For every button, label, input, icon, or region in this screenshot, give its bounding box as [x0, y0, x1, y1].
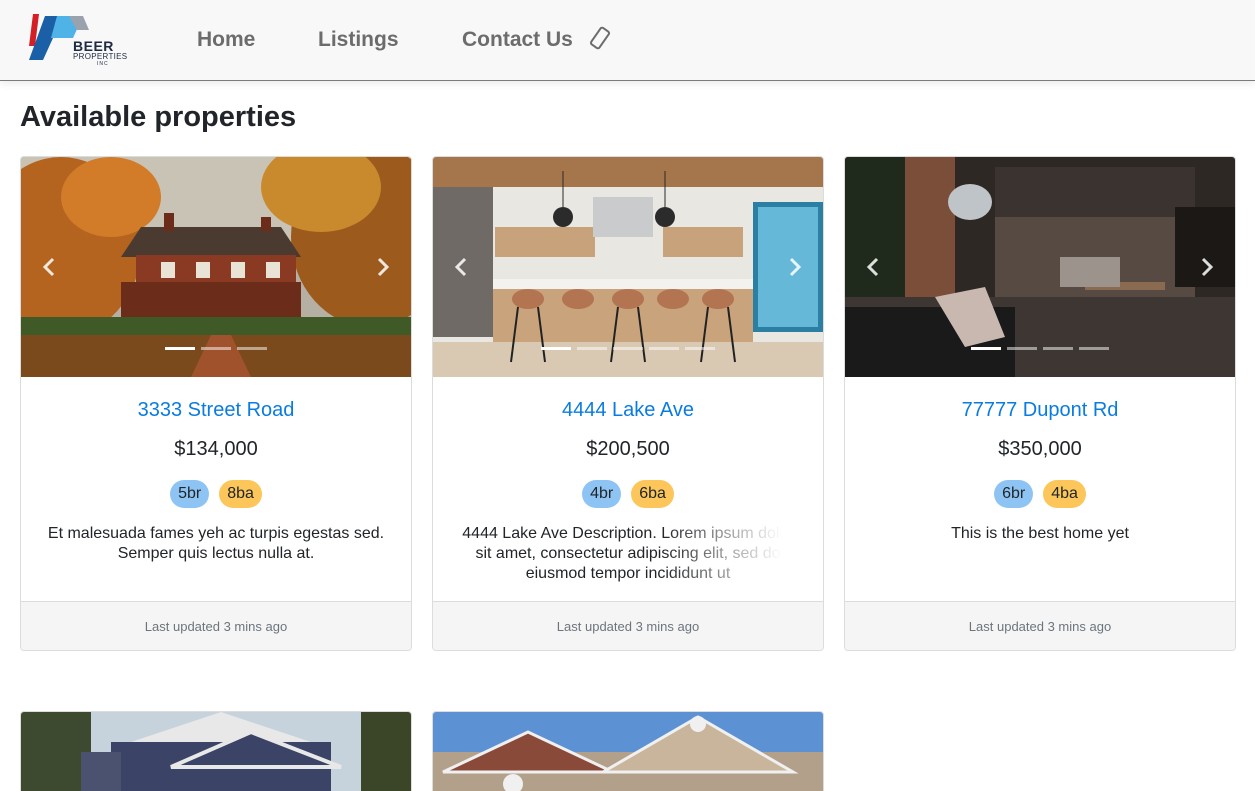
- carousel-indicator[interactable]: [971, 347, 1001, 350]
- listing-badges: 5br 8ba: [21, 480, 411, 508]
- carousel-indicator[interactable]: [1079, 347, 1109, 350]
- listing-footer: Last updated 3 mins ago: [845, 601, 1235, 650]
- carousel-indicator[interactable]: [649, 347, 679, 350]
- bedrooms-badge: 6br: [994, 480, 1034, 508]
- carousel-indicator[interactable]: [1007, 347, 1037, 350]
- carousel-prev-icon[interactable]: [865, 255, 881, 279]
- carousel-next-icon[interactable]: [375, 255, 391, 279]
- logo-brand-sub: PROPERTIES: [73, 52, 128, 61]
- listing-photo-carousel[interactable]: [845, 157, 1235, 377]
- listing-description: Et malesuada fames yeh ac turpis egestas…: [47, 525, 385, 562]
- carousel-indicator[interactable]: [613, 347, 643, 350]
- nav-home-link[interactable]: Home: [197, 28, 255, 52]
- listing-address-link[interactable]: 3333 Street Road: [21, 399, 411, 422]
- phone-icon[interactable]: [588, 26, 612, 52]
- listing-price: $200,500: [586, 438, 670, 460]
- house-photo[interactable]: [21, 712, 412, 791]
- carousel-indicator[interactable]: [685, 347, 715, 350]
- carousel-indicators: [21, 347, 411, 351]
- carousel-indicator[interactable]: [201, 347, 231, 350]
- carousel-indicator[interactable]: [577, 347, 607, 350]
- listing-price: $134,000: [174, 438, 258, 460]
- listing-footer: Last updated 3 mins ago: [433, 601, 823, 650]
- listing-address-link[interactable]: 77777 Dupont Rd: [845, 399, 1235, 422]
- listing-card: [432, 711, 824, 791]
- listing-address-link[interactable]: 4444 Lake Ave: [433, 399, 823, 422]
- listing-card: 3333 Street Road $134,000 5br 8ba Et mal…: [20, 156, 412, 651]
- bathrooms-badge: 4ba: [1043, 480, 1086, 508]
- loft-photo: [845, 157, 1235, 377]
- brand-logo[interactable]: BEER PROPERTIES INC: [27, 12, 127, 70]
- listing-badges: 4br 6ba: [433, 480, 823, 508]
- page-title: Available properties: [20, 101, 297, 133]
- navbar: BEER PROPERTIES INC Home Listings Contac…: [0, 0, 1255, 81]
- listing-photo-carousel[interactable]: [433, 157, 823, 377]
- listing-card: 4444 Lake Ave $200,500 4br 6ba 4444 Lake…: [432, 156, 824, 651]
- carousel-indicators: [433, 347, 823, 351]
- carousel-indicator[interactable]: [165, 347, 195, 350]
- listing-description: 4444 Lake Ave Description. Lorem ipsum d…: [462, 525, 794, 582]
- listing-price: $350,000: [998, 438, 1082, 460]
- listing-photo-carousel[interactable]: [21, 157, 411, 377]
- listing-footer: Last updated 3 mins ago: [21, 601, 411, 650]
- carousel-indicator[interactable]: [237, 347, 267, 350]
- logo-brand-suffix: INC: [97, 61, 109, 67]
- listing-card: 77777 Dupont Rd $350,000 6br 4ba This is…: [844, 156, 1236, 651]
- house-photo[interactable]: [433, 712, 824, 791]
- listing-description: This is the best home yet: [951, 525, 1129, 542]
- listing-card: [20, 711, 412, 791]
- bathrooms-badge: 6ba: [631, 480, 674, 508]
- nav-listings-link[interactable]: Listings: [318, 28, 399, 52]
- carousel-prev-icon[interactable]: [41, 255, 57, 279]
- listing-badges: 6br 4ba: [845, 480, 1235, 508]
- carousel-indicator[interactable]: [541, 347, 571, 350]
- house-photo: [21, 157, 411, 377]
- carousel-next-icon[interactable]: [1199, 255, 1215, 279]
- bathrooms-badge: 8ba: [219, 480, 262, 508]
- bedrooms-badge: 4br: [582, 480, 622, 508]
- bedrooms-badge: 5br: [170, 480, 210, 508]
- nav-contact-link[interactable]: Contact Us: [462, 28, 573, 52]
- kitchen-photo: [433, 157, 823, 377]
- carousel-prev-icon[interactable]: [453, 255, 469, 279]
- carousel-indicator[interactable]: [1043, 347, 1073, 350]
- carousel-next-icon[interactable]: [787, 255, 803, 279]
- carousel-indicators: [845, 347, 1235, 351]
